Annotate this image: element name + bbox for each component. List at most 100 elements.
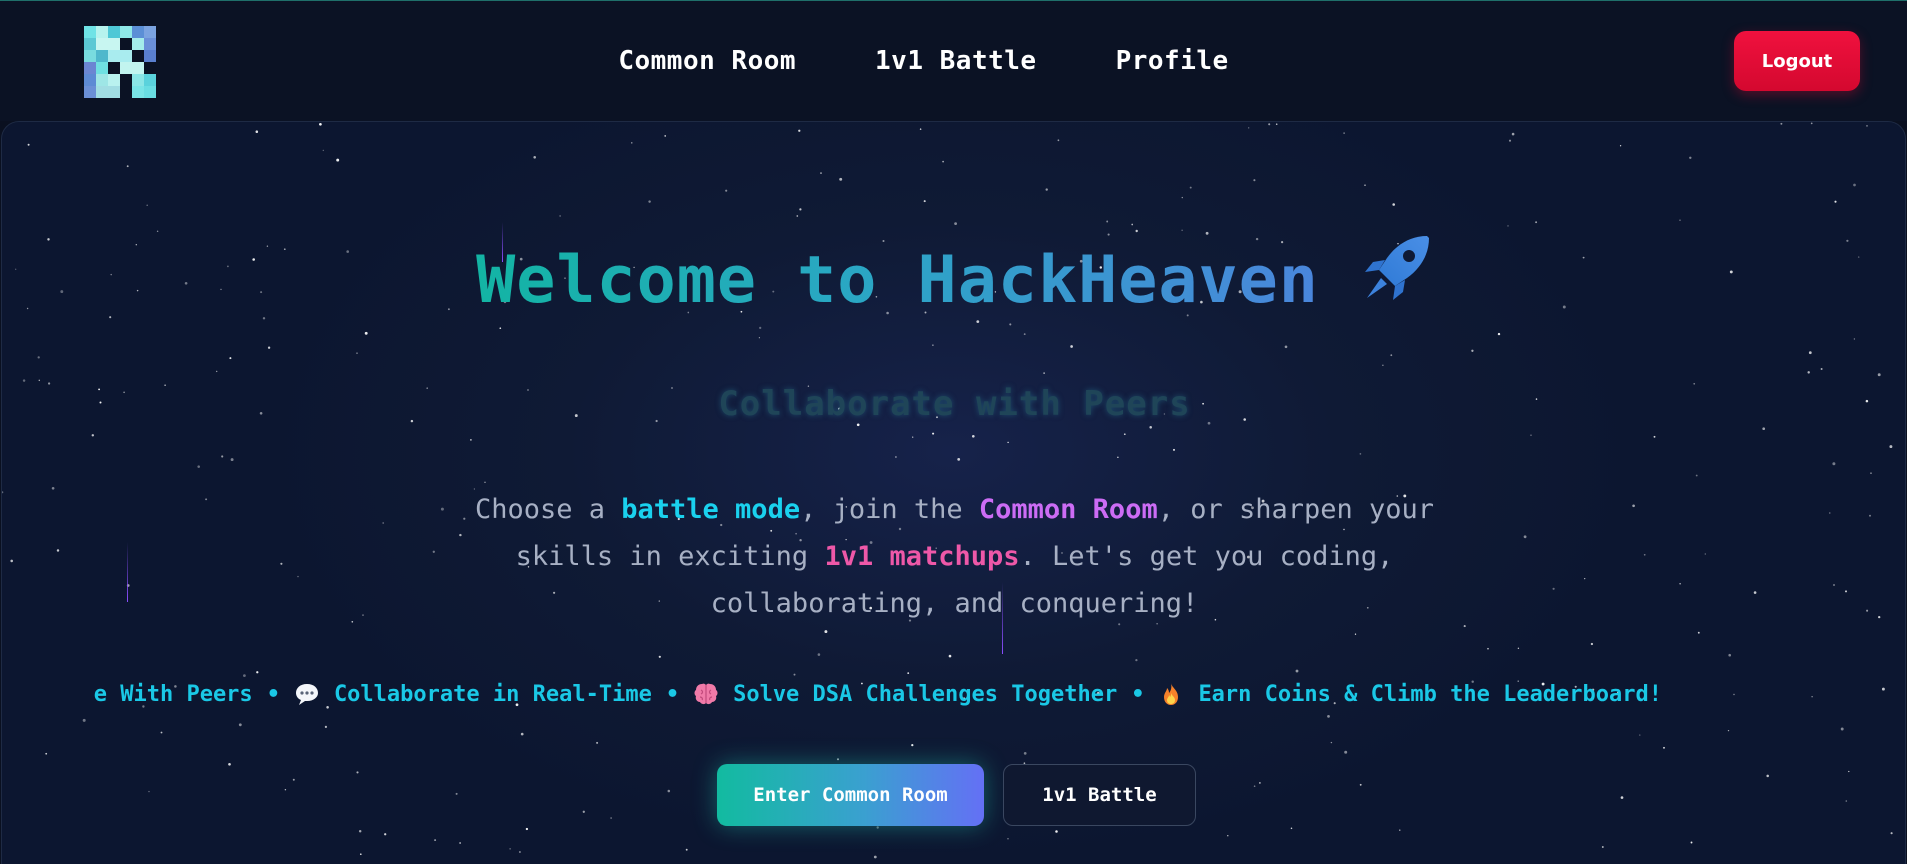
star: [1523, 535, 1527, 539]
enter-common-room-button[interactable]: Enter Common Room: [717, 764, 984, 826]
star: [1253, 179, 1256, 182]
star: [1248, 127, 1250, 129]
star: [1043, 372, 1045, 374]
star: [22, 379, 26, 382]
star: [1023, 752, 1027, 755]
star: [1690, 841, 1693, 844]
star: [1728, 653, 1731, 657]
star: [912, 436, 914, 438]
star: [126, 165, 129, 168]
star: [382, 522, 385, 524]
star: [1009, 323, 1012, 326]
star: [1295, 669, 1299, 673]
star: [1840, 727, 1844, 731]
star: [1834, 200, 1837, 203]
star: [894, 456, 897, 458]
star: [798, 129, 801, 132]
star: [1359, 453, 1362, 455]
description-text: Choose a: [474, 494, 622, 525]
ticker-separator: •: [1131, 681, 1145, 707]
1v1-battle-button[interactable]: 1v1 Battle: [1003, 764, 1196, 826]
star: [1344, 750, 1348, 754]
star: [799, 208, 802, 211]
star: [1023, 333, 1026, 336]
star: [658, 655, 661, 658]
ticker-item: Solve DSA Challenges Together: [693, 681, 1117, 707]
star: [1508, 139, 1512, 142]
star: [297, 575, 299, 578]
star: [1639, 734, 1641, 736]
highlight-battle-mode: battle mode: [621, 494, 801, 525]
star: [82, 718, 86, 722]
star: [509, 848, 511, 850]
star: [1275, 123, 1278, 125]
star: [907, 672, 910, 674]
star: [1131, 223, 1134, 226]
star: [1833, 584, 1835, 586]
star: [685, 848, 688, 851]
star: [267, 346, 271, 349]
star: [230, 458, 234, 462]
star: [324, 725, 328, 729]
star: [1704, 553, 1706, 555]
star: [1829, 512, 1831, 514]
star: [759, 326, 762, 330]
star: [824, 630, 828, 634]
star: [957, 458, 961, 461]
star: [364, 331, 368, 335]
fire-icon: [1164, 683, 1179, 705]
star: [520, 732, 524, 736]
star: [336, 158, 340, 162]
star: [948, 654, 952, 658]
star: [1392, 203, 1395, 206]
star: [1390, 354, 1393, 357]
nav-link-common-room[interactable]: Common Room: [618, 46, 796, 76]
star: [932, 344, 934, 346]
star: [1070, 345, 1073, 348]
star: [820, 172, 822, 174]
star: [1881, 687, 1885, 691]
star: [1055, 830, 1058, 833]
star: [432, 550, 435, 553]
star: [1890, 832, 1893, 835]
star: [1780, 122, 1783, 125]
star: [1643, 553, 1646, 556]
star: [146, 204, 148, 207]
star: [1695, 474, 1698, 477]
star: [91, 434, 95, 437]
hero-description: Choose a battle mode, join the Common Ro…: [452, 486, 1457, 627]
star: [1601, 846, 1604, 848]
star: [923, 200, 926, 203]
star: [942, 160, 944, 163]
star: [160, 731, 163, 734]
logout-button[interactable]: Logout: [1734, 31, 1860, 91]
star: [1535, 221, 1538, 224]
brain-icon: [694, 683, 718, 705]
star: [1619, 145, 1622, 147]
star: [56, 549, 60, 552]
star: [954, 222, 957, 225]
meteor-streak: [127, 542, 128, 602]
star: [51, 486, 55, 490]
star: [1653, 435, 1656, 438]
star: [197, 465, 200, 468]
star: [319, 122, 322, 126]
star: [1343, 132, 1345, 134]
star: [356, 352, 358, 354]
star: [1045, 188, 1048, 191]
nav-link-profile[interactable]: Profile: [1116, 46, 1229, 76]
star: [648, 200, 651, 203]
star: [1123, 433, 1126, 436]
ticker-item: ttle With Peers: [94, 682, 253, 707]
star: [873, 855, 877, 859]
star: [1497, 332, 1501, 336]
star: [596, 741, 599, 744]
nav-link-1v1-battle[interactable]: 1v1 Battle: [875, 46, 1037, 76]
star: [1584, 577, 1586, 580]
star: [1117, 456, 1119, 458]
feature-ticker: ttle With Peers • Collaborate in Real-Ti…: [94, 675, 1810, 715]
star: [1689, 156, 1692, 159]
star: [1753, 591, 1757, 594]
star: [1762, 427, 1766, 431]
star: [1853, 338, 1856, 340]
